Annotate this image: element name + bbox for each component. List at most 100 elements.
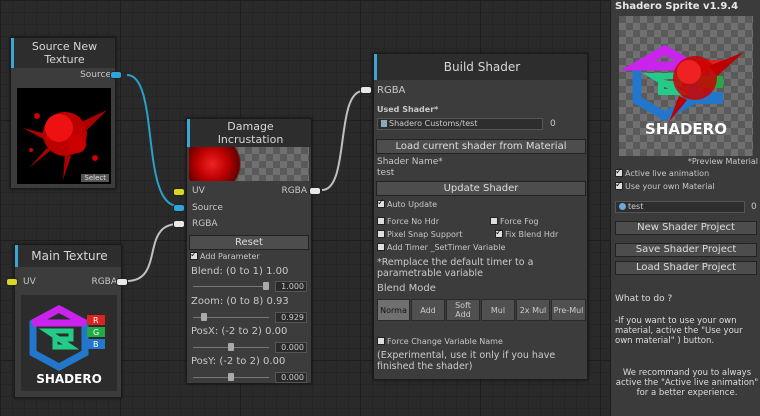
- main-rgba-label: RGBA: [91, 277, 117, 287]
- select-texture-button[interactable]: Select: [81, 174, 109, 182]
- damage-uv-input-port[interactable]: [173, 188, 185, 196]
- force-change-var-checkbox[interactable]: Force Change Variable Name: [377, 337, 503, 346]
- posx-label: PosX: (-2 to 2) 0.00: [191, 326, 288, 337]
- material-field[interactable]: test: [615, 201, 745, 213]
- main-uv-input-port[interactable]: [6, 278, 18, 286]
- blend-mode-2x-mul[interactable]: 2x Mul: [516, 299, 550, 321]
- posx-value-field[interactable]: 0.000: [275, 342, 307, 353]
- source-texture-node[interactable]: Source New Texture Source Select: [10, 37, 122, 189]
- blend-label: Blend: (0 to 1) 1.00: [191, 266, 289, 277]
- fix-blend-hdr-check-icon: [495, 228, 503, 238]
- build-shader-node[interactable]: Build Shader RGBA Used Shader* Shadero C…: [360, 53, 588, 380]
- pixel-snap-label: Pixel Snap Support: [387, 230, 463, 239]
- main-texture-preview[interactable]: R G B SHADERO: [21, 295, 117, 391]
- pixel-snap-checkbox[interactable]: Pixel Snap Support: [377, 230, 462, 239]
- material-icon: [619, 203, 626, 210]
- add-parameter-checkbox[interactable]: Add Parameter: [190, 250, 260, 261]
- zoom-slider[interactable]: [193, 313, 269, 321]
- force-change-var-check-icon: [377, 337, 385, 345]
- blend-mode-normal[interactable]: Norma: [377, 299, 410, 321]
- posx-slider-knob[interactable]: [228, 343, 234, 351]
- pixel-snap-check-icon: [377, 230, 385, 238]
- use-own-material-label: Use your own Material: [625, 182, 715, 191]
- help-title: What to do ?: [615, 294, 673, 304]
- material-preview-image: SHADERO: [620, 44, 744, 138]
- blend-slider[interactable]: [193, 282, 269, 290]
- main-texture-node[interactable]: Main Texture UV RGBA R G B SHADERO: [6, 244, 128, 398]
- help-text-own-material: -If you want to use your own material, a…: [615, 316, 743, 346]
- source-output-port[interactable]: [110, 71, 122, 79]
- blood-splat-image: [23, 110, 107, 180]
- auto-update-label: Auto Update: [387, 200, 438, 209]
- logo-letter-r: R: [93, 316, 99, 325]
- build-rgba-input-port[interactable]: [360, 86, 372, 94]
- source-texture-preview[interactable]: Select: [17, 88, 111, 184]
- posy-label: PosY: (-2 to 2) 0.00: [191, 356, 286, 367]
- active-live-label: Active live animation: [625, 169, 710, 178]
- damage-node-title: Damage Incrustation: [187, 119, 311, 147]
- preview-logo-text: SHADERO: [645, 120, 727, 138]
- experimental-note: (Experimental, use it only if you have f…: [377, 350, 556, 372]
- help-text-live-animation: We recommand you to always active the "A…: [615, 368, 759, 398]
- force-change-var-label: Force Change Variable Name: [387, 337, 503, 346]
- force-no-hdr-label: Force No Hdr: [387, 217, 439, 226]
- posy-value-field[interactable]: 0.000: [275, 372, 307, 383]
- shadero-inspector-panel: Shadero Sprite v1.9.4 SHADERO *Preview M…: [610, 0, 760, 416]
- use-own-material-checkbox[interactable]: Use your own Material: [615, 180, 715, 191]
- damage-rgba-out-label: RGBA: [281, 186, 307, 196]
- posy-slider[interactable]: [193, 373, 269, 381]
- fix-blend-hdr-label: Fix Blend Hdr: [505, 230, 559, 239]
- blend-slider-knob[interactable]: [263, 282, 269, 290]
- force-no-hdr-check-icon: [377, 217, 385, 225]
- blend-mode-mul[interactable]: Mul: [481, 299, 515, 321]
- active-live-check-icon: [615, 167, 623, 177]
- posx-slider[interactable]: [193, 343, 269, 351]
- add-parameter-label: Add Parameter: [200, 252, 260, 261]
- auto-update-checkbox[interactable]: Auto Update: [377, 198, 438, 209]
- used-shader-value: Shadero Customs/test: [389, 119, 478, 128]
- fix-blend-hdr-checkbox[interactable]: Fix Blend Hdr: [495, 228, 559, 239]
- main-uv-label: UV: [23, 277, 36, 287]
- damage-source-input-port[interactable]: [173, 204, 185, 212]
- material-field-value: test: [628, 202, 644, 211]
- wire-main-to-damage: [126, 223, 179, 282]
- update-shader-button[interactable]: Update Shader: [376, 181, 586, 196]
- used-shader-label: Used Shader*: [377, 105, 439, 114]
- blend-value-field[interactable]: 1.000: [275, 281, 307, 292]
- damage-rgba-input-port[interactable]: [173, 220, 185, 228]
- shader-name-label: Shader Name*: [377, 157, 443, 167]
- damage-incrustation-node[interactable]: Damage Incrustation UV RGBA Source RGBA …: [173, 118, 321, 384]
- new-shader-project-button[interactable]: New Shader Project: [615, 221, 757, 235]
- force-fog-checkbox[interactable]: Force Fog: [490, 217, 538, 226]
- damage-rgba-output-port[interactable]: [309, 187, 321, 195]
- material-preview[interactable]: SHADERO: [619, 16, 753, 156]
- used-shader-count: 0: [550, 119, 556, 129]
- used-shader-field[interactable]: Shadero Customs/test: [377, 118, 543, 130]
- auto-update-check-icon: [377, 198, 385, 208]
- logo-letter-b: B: [93, 340, 99, 349]
- posy-slider-knob[interactable]: [228, 373, 234, 381]
- force-fog-label: Force Fog: [500, 217, 539, 226]
- add-timer-checkbox[interactable]: Add Timer _SetTimer Variable: [377, 243, 505, 252]
- damage-source-label: Source: [192, 203, 223, 213]
- wire-damage-to-build: [321, 90, 364, 191]
- blend-mode-soft-add[interactable]: Soft Add: [446, 299, 480, 321]
- source-port-label: Source: [80, 70, 111, 80]
- inspector-title: Shadero Sprite v1.9.4: [615, 1, 739, 12]
- force-no-hdr-checkbox[interactable]: Force No Hdr: [377, 217, 439, 226]
- blend-mode-pre-mul[interactable]: Pre-Mul: [551, 299, 586, 321]
- active-live-animation-checkbox[interactable]: Active live animation: [615, 167, 710, 178]
- load-shader-project-button[interactable]: Load Shader Project: [615, 261, 757, 275]
- blend-mode-add[interactable]: Add: [411, 299, 445, 321]
- zoom-slider-knob[interactable]: [201, 313, 207, 321]
- zoom-value-field[interactable]: 0.929: [275, 312, 307, 323]
- use-own-material-check-icon: [615, 180, 623, 190]
- shader-name-input[interactable]: test: [377, 168, 394, 178]
- main-rgba-output-port[interactable]: [116, 278, 128, 286]
- reset-button[interactable]: Reset: [189, 235, 309, 250]
- add-timer-check-icon: [377, 243, 385, 251]
- load-current-shader-button[interactable]: Load current shader from Material: [376, 139, 586, 154]
- add-parameter-check-icon: [190, 250, 198, 260]
- save-shader-project-button[interactable]: Save Shader Project: [615, 243, 757, 257]
- main-texture-title: Main Texture: [15, 245, 121, 267]
